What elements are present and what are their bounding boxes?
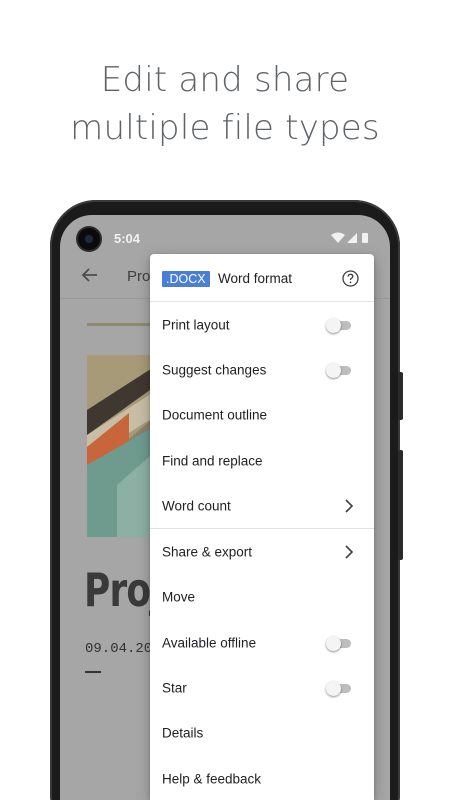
menu-item-label: Print layout [162,317,230,333]
menu-item-label: Word count [162,498,231,514]
file-format-badge: .DOCX [162,271,210,287]
file-format-label: Word format [218,271,293,286]
battery-icon [362,233,368,243]
phone-power-button [398,372,403,420]
wifi-icon [331,232,345,243]
overflow-menu: .DOCX Word format Print layout Suggest c… [150,254,374,800]
suggest-changes-toggle[interactable] [326,362,352,378]
menu-item-word-count[interactable]: Word count [150,483,374,528]
menu-item-label: Find and replace [162,453,263,469]
menu-item-label: Move [162,589,196,605]
document-dash [85,671,101,673]
menu-item-label: Share & export [162,544,253,560]
menu-item-print-layout[interactable]: Print layout [150,302,374,347]
document-cover-image [87,355,157,537]
menu-item-label: Help & feedback [162,771,262,787]
headline-line-1: Edit and share [100,60,350,100]
status-icons [331,232,368,243]
menu-item-find-and-replace[interactable]: Find and replace [150,438,374,483]
chevron-right-icon [345,499,354,513]
help-circle-icon[interactable] [342,270,359,287]
chevron-right-icon [345,545,354,559]
menu-item-move[interactable]: Move [150,575,374,620]
status-time: 5:04 [114,231,141,246]
menu-item-label: Details [162,725,204,741]
document-rule [87,323,157,326]
status-bar: 5:04 [60,215,390,259]
star-toggle[interactable] [326,681,352,697]
headline-line-2: multiple file types [70,108,380,148]
menu-item-label: Document outline [162,407,268,423]
phone-volume-button [398,450,403,560]
front-camera-icon [78,228,100,250]
menu-item-label: Star [162,680,187,696]
menu-item-label: Suggest changes [162,362,267,378]
available-offline-toggle[interactable] [326,635,352,651]
menu-item-details[interactable]: Details [150,711,374,756]
menu-item-suggest-changes[interactable]: Suggest changes [150,347,374,392]
menu-item-star[interactable]: Star [150,665,374,710]
menu-header: .DOCX Word format [150,254,374,302]
menu-item-share-export[interactable]: Share & export [150,529,374,574]
signal-icon [347,233,357,243]
headline: Edit and share multiple file types [0,56,450,152]
menu-item-label: Available offline [162,635,257,651]
menu-item-document-outline[interactable]: Document outline [150,393,374,438]
menu-item-available-offline[interactable]: Available offline [150,620,374,665]
print-layout-toggle[interactable] [326,317,352,333]
menu-item-help-feedback[interactable]: Help & feedback [150,756,374,800]
back-arrow-icon[interactable] [80,265,100,285]
